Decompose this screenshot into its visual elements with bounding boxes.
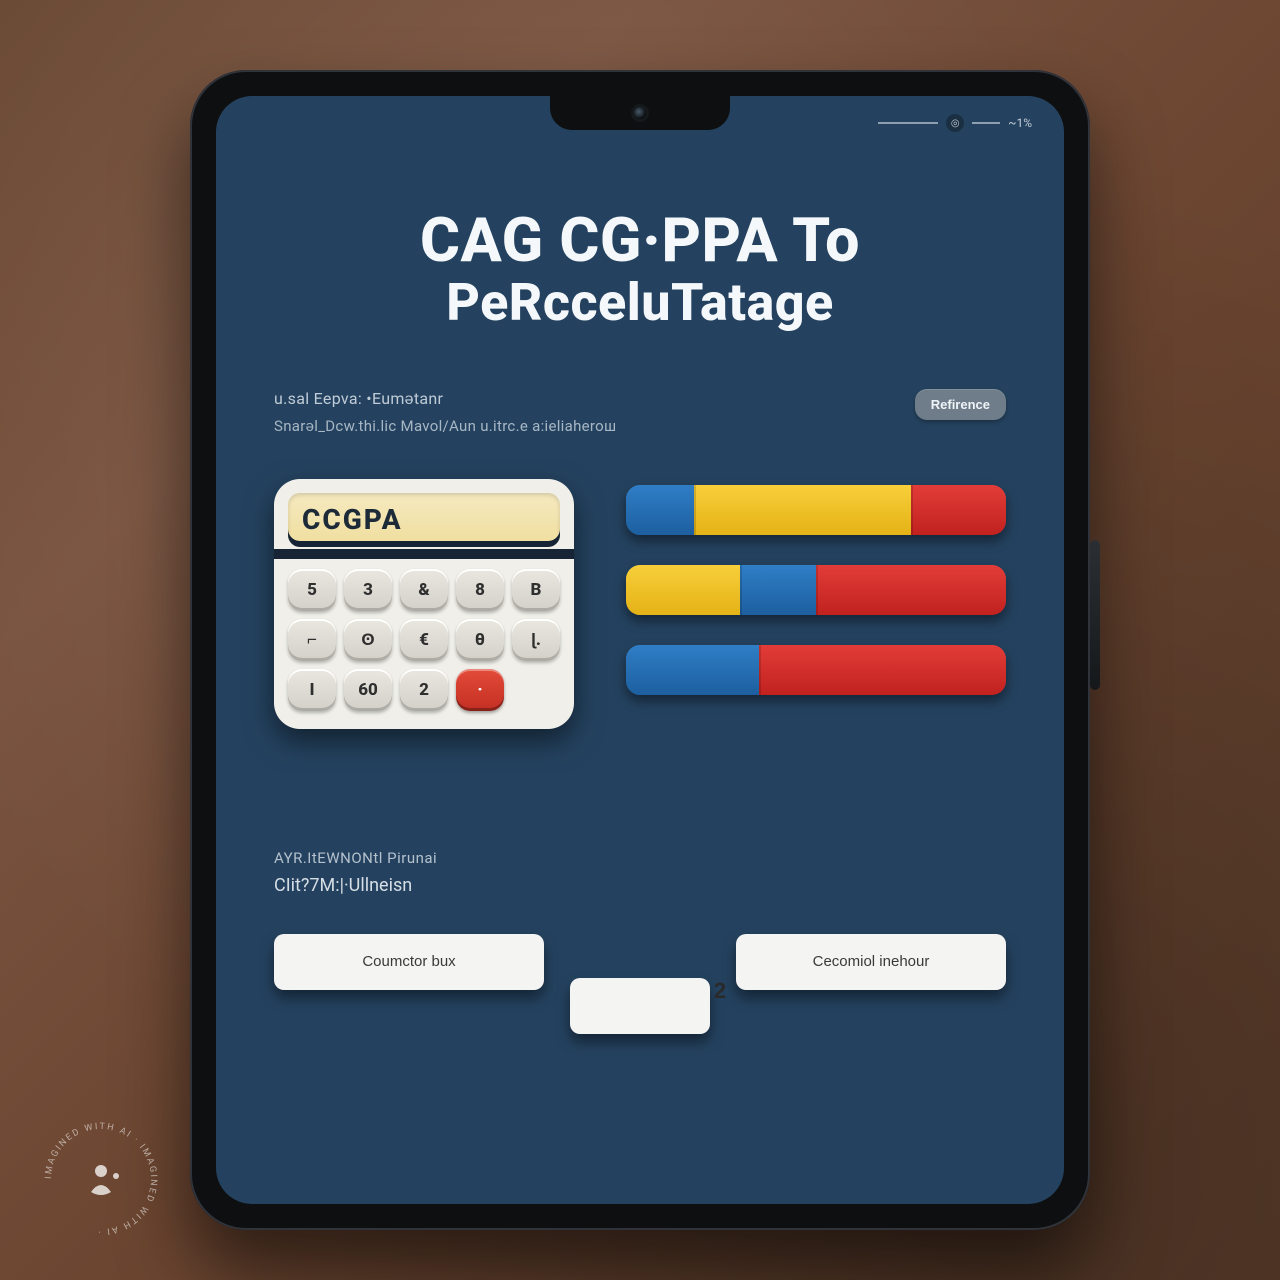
title-line-2: PeRcceluTatage: [274, 274, 1006, 332]
stacked-bar: [626, 485, 1006, 535]
calculator-separator: [274, 549, 574, 559]
device-side-button[interactable]: [1090, 540, 1100, 690]
stacked-bar: [626, 565, 1006, 615]
bar-segment-red: [816, 565, 1006, 615]
calc-key[interactable]: ɭ.: [512, 619, 560, 661]
page-number-button[interactable]: 2: [570, 978, 710, 1034]
subtitle-line-a: u.sal Eepva: •Eumǝtanr: [274, 389, 616, 409]
right-action-button[interactable]: Cecomiol inehour: [736, 934, 1006, 990]
footer-text-block: AYR.ItEWNONtl Pirunai CIit?7M:|·Ullneisn: [274, 849, 1006, 896]
screen: ◎ ~1% CAG CG·PPA To PeRcceluTatage u.sal…: [216, 96, 1064, 1204]
calc-key[interactable]: 60: [344, 669, 392, 711]
subtitle-line-b: Snarǝl_Dcw.thi.lic Mavol/Aun u.itrc.e a:…: [274, 417, 616, 435]
reference-button[interactable]: Refirence: [915, 389, 1006, 420]
footer-line-a: AYR.ItEWNONtl Pirunai: [274, 849, 1006, 867]
page-title: CAG CG·PPA To PeRcceluTatage: [274, 206, 1006, 333]
calculator-keypad: 53&8B ⌐ʘ€θɭ. I602·: [288, 569, 560, 711]
bar-segment-yellow: [694, 485, 911, 535]
tablet-device: ◎ ~1% CAG CG·PPA To PeRcceluTatage u.sal…: [190, 70, 1090, 1230]
left-action-button[interactable]: Coumctor bux: [274, 934, 544, 990]
bar-segment-red: [759, 645, 1006, 695]
calc-key[interactable]: 2: [400, 669, 448, 711]
calc-key[interactable]: ⌐: [288, 619, 336, 661]
stacked-bar: [626, 645, 1006, 695]
calc-key[interactable]: ʘ: [344, 619, 392, 661]
calc-key[interactable]: 5: [288, 569, 336, 611]
footer-line-b: CIit?7M:|·Ullneisn: [274, 875, 1006, 896]
calc-key[interactable]: 3: [344, 569, 392, 611]
calc-key[interactable]: ·: [456, 669, 504, 711]
calculator-card: CCGPA 53&8B ⌐ʘ€θɭ. I602·: [274, 479, 574, 729]
calculator-display: CCGPA: [288, 493, 560, 547]
calc-key[interactable]: I: [288, 669, 336, 711]
bar-segment-blue: [740, 565, 816, 615]
calc-key[interactable]: &: [400, 569, 448, 611]
subtitle-block: u.sal Eepva: •Eumǝtanr Snarǝl_Dcw.thi.li…: [274, 389, 616, 435]
stacked-bars-chart: [626, 479, 1006, 695]
bar-segment-blue: [626, 485, 694, 535]
calc-key[interactable]: €: [400, 619, 448, 661]
svg-text:IMAGINED WITH AI · IMAGINED WI: IMAGINED WITH AI · IMAGINED WITH AI ·: [44, 1122, 158, 1236]
bar-segment-red: [911, 485, 1006, 535]
calc-key[interactable]: 8: [456, 569, 504, 611]
calc-key[interactable]: B: [512, 569, 560, 611]
bar-segment-blue: [626, 645, 759, 695]
title-line-1: CAG CG·PPA To: [274, 206, 1006, 274]
calc-key[interactable]: θ: [456, 619, 504, 661]
bar-segment-yellow: [626, 565, 740, 615]
ai-watermark-icon: IMAGINED WITH AI · IMAGINED WITH AI ·: [36, 1114, 166, 1244]
